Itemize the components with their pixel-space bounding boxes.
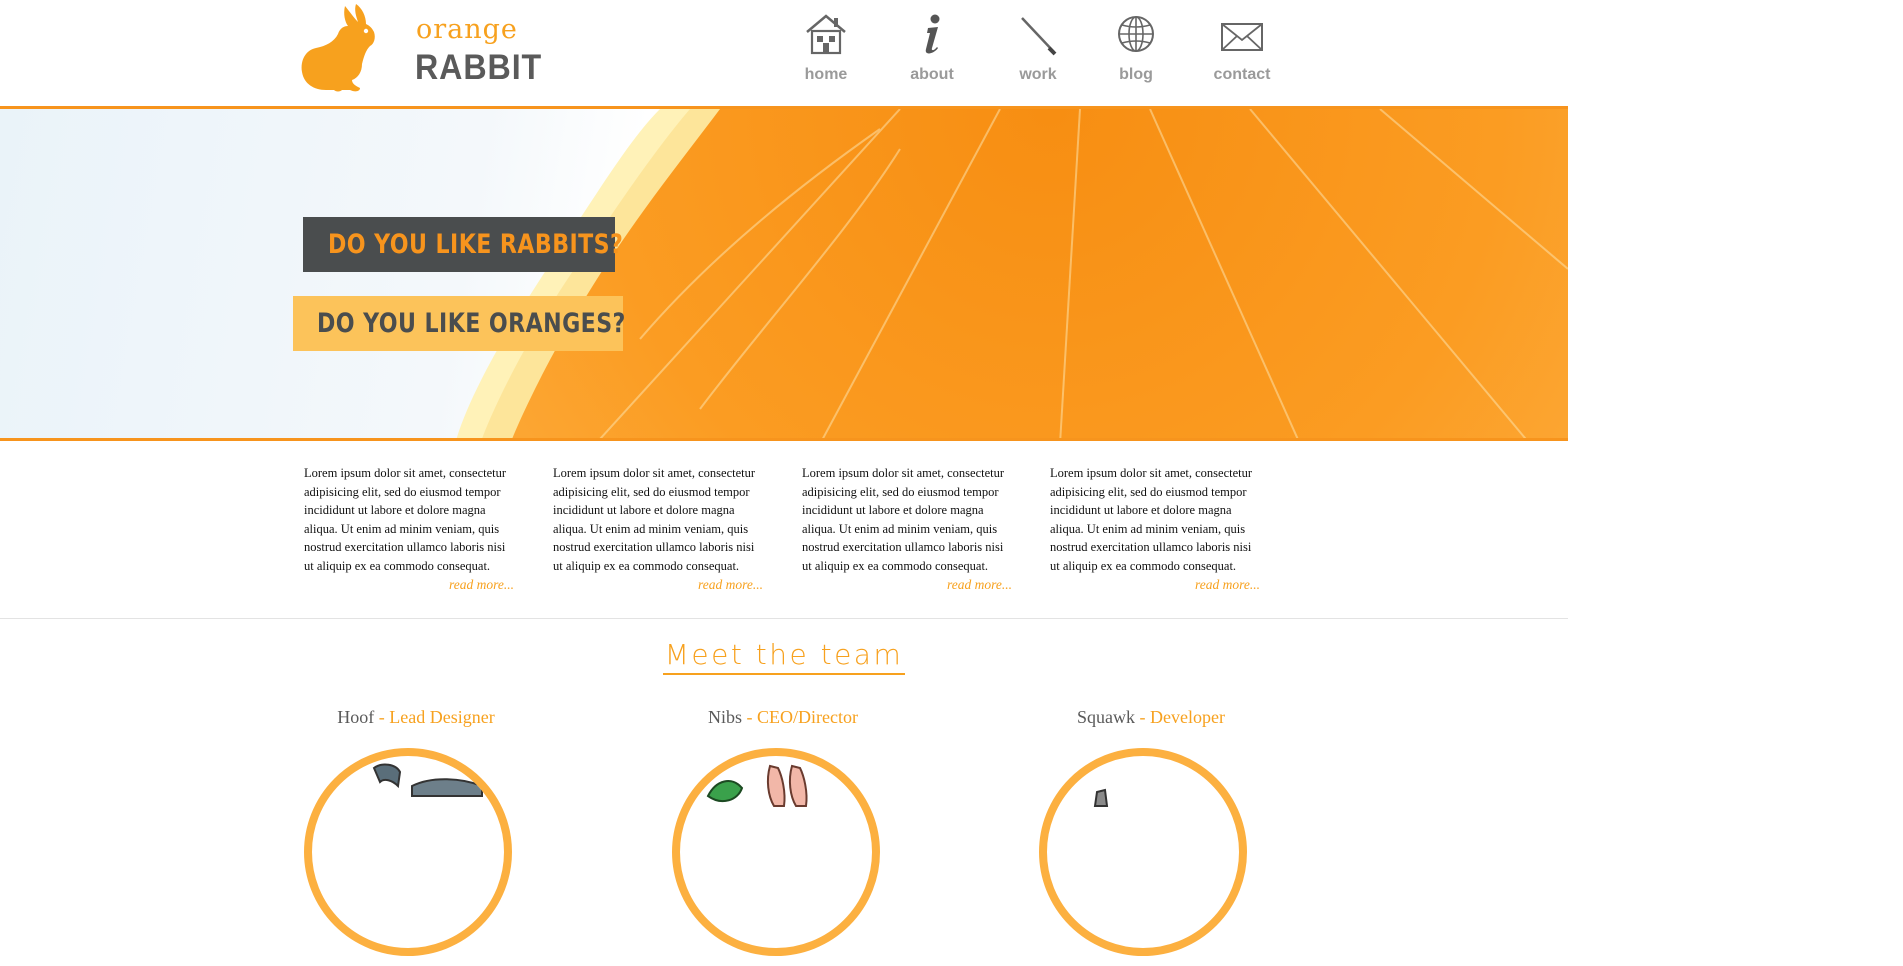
member-separator: - bbox=[742, 707, 758, 727]
squawk-avatar-icon bbox=[1093, 788, 1109, 807]
team-section-title: Meet the team bbox=[0, 638, 1568, 675]
member-name: Hoof bbox=[337, 707, 375, 727]
member-separator: - bbox=[374, 707, 390, 727]
nav-label-work: work bbox=[1019, 66, 1057, 83]
globe-icon bbox=[1118, 16, 1154, 52]
logo-word-rabbit: RABBIT bbox=[415, 48, 543, 87]
hoof-avatar-icon bbox=[372, 763, 483, 797]
section-divider bbox=[0, 618, 1568, 619]
avatar-nibs[interactable] bbox=[672, 748, 880, 956]
member-role: Lead Designer bbox=[389, 707, 495, 727]
team-title-text: Meet the team bbox=[662, 638, 906, 675]
rabbit-logo-icon bbox=[301, 4, 375, 92]
intro-column-text: Lorem ipsum dolor sit amet, consectetur … bbox=[802, 466, 1005, 573]
nibs-avatar-icon bbox=[706, 764, 808, 807]
nav-item-about[interactable]: about bbox=[896, 12, 968, 92]
member-name: Nibs bbox=[708, 707, 743, 727]
intro-column: Lorem ipsum dolor sit amet, consectetur … bbox=[304, 464, 514, 593]
pencil-icon bbox=[1021, 17, 1057, 56]
nav-item-home[interactable]: home bbox=[790, 12, 862, 92]
info-icon bbox=[925, 14, 940, 54]
member-role: Developer bbox=[1150, 707, 1225, 727]
member-name: Squawk bbox=[1077, 707, 1136, 727]
logo-word-orange: orange bbox=[416, 14, 518, 45]
read-more-link[interactable]: read more... bbox=[553, 577, 763, 593]
home-icon bbox=[806, 14, 846, 55]
nav-label-contact: contact bbox=[1213, 66, 1271, 83]
site-logo[interactable]: orange RABBIT bbox=[300, 2, 541, 97]
avatar-squawk[interactable] bbox=[1039, 748, 1247, 956]
site-header: orange RABBIT home about work blog conta… bbox=[0, 0, 1568, 106]
team-member-hoof: Hoof - Lead Designer bbox=[296, 707, 536, 728]
intro-column-text: Lorem ipsum dolor sit amet, consectetur … bbox=[553, 466, 756, 573]
read-more-link[interactable]: read more... bbox=[1050, 577, 1260, 593]
banner-headline-oranges-text: DO YOU LIKE ORANGES? bbox=[317, 308, 626, 339]
nav-item-work[interactable]: work bbox=[1002, 12, 1074, 92]
nav-label-about: about bbox=[910, 66, 954, 83]
read-more-link[interactable]: read more... bbox=[304, 577, 514, 593]
envelope-icon bbox=[1221, 23, 1263, 51]
intro-column-text: Lorem ipsum dolor sit amet, consectetur … bbox=[1050, 466, 1253, 573]
nav-label-blog: blog bbox=[1119, 66, 1153, 83]
team-member-nibs: Nibs - CEO/Director bbox=[663, 707, 903, 728]
member-role: CEO/Director bbox=[757, 707, 858, 727]
nav-label-home: home bbox=[804, 66, 848, 83]
nav-item-blog[interactable]: blog bbox=[1100, 12, 1172, 92]
intro-column-text: Lorem ipsum dolor sit amet, consectetur … bbox=[304, 466, 507, 573]
avatar-hoof[interactable] bbox=[304, 748, 512, 956]
orange-slice-image bbox=[456, 109, 1568, 438]
member-separator: - bbox=[1135, 707, 1151, 727]
intro-column: Lorem ipsum dolor sit amet, consectetur … bbox=[553, 464, 763, 593]
team-member-squawk: Squawk - Developer bbox=[1031, 707, 1271, 728]
intro-column: Lorem ipsum dolor sit amet, consectetur … bbox=[802, 464, 1012, 593]
banner-headline-oranges: DO YOU LIKE ORANGES? bbox=[293, 296, 626, 351]
banner-headline-rabbits: DO YOU LIKE RABBITS? bbox=[303, 217, 623, 272]
intro-columns: Lorem ipsum dolor sit amet, consectetur … bbox=[304, 464, 1284, 604]
intro-column: Lorem ipsum dolor sit amet, consectetur … bbox=[1050, 464, 1260, 593]
read-more-link[interactable]: read more... bbox=[802, 577, 1012, 593]
nav-item-contact[interactable]: contact bbox=[1206, 12, 1278, 92]
main-nav: home about work blog contact bbox=[790, 12, 1290, 92]
banner-headline-rabbits-text: DO YOU LIKE RABBITS? bbox=[328, 229, 624, 260]
hero-banner: DO YOU LIKE RABBITS? DO YOU LIKE ORANGES… bbox=[0, 106, 1568, 441]
